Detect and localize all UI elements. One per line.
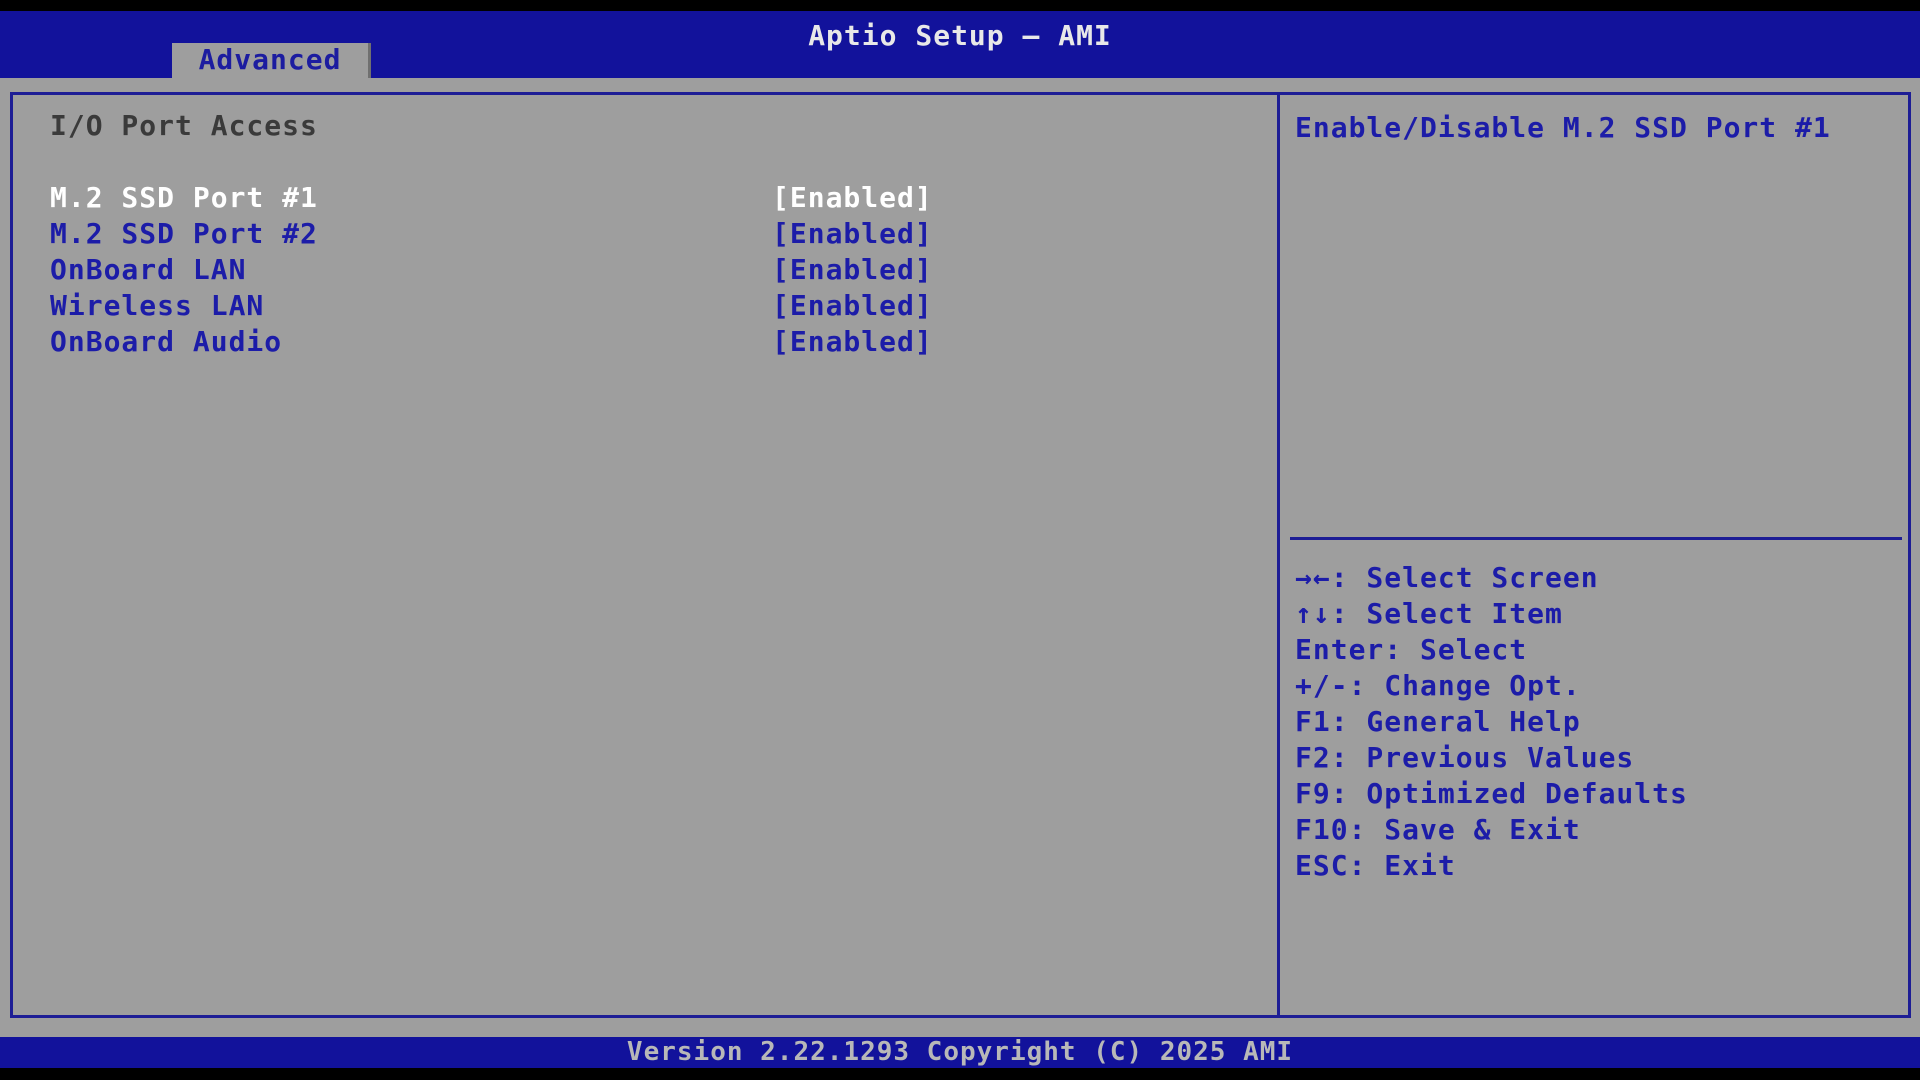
menu-item-onboard-audio[interactable]: OnBoard Audio [Enabled] bbox=[13, 325, 1277, 361]
help-description: Enable/Disable M.2 SSD Port #1 bbox=[1295, 111, 1831, 144]
bottom-black-strip bbox=[0, 1068, 1920, 1080]
hint-esc-exit: ESC: Exit bbox=[1295, 849, 1456, 882]
section-title: I/O Port Access bbox=[50, 109, 318, 142]
menu-item-label: Wireless LAN bbox=[50, 289, 265, 322]
menu-item-label: OnBoard LAN bbox=[50, 253, 247, 286]
menu-item-label: OnBoard Audio bbox=[50, 325, 283, 358]
tab-advanced[interactable]: Advanced bbox=[172, 43, 371, 78]
hint-f10-save-exit: F10: Save & Exit bbox=[1295, 813, 1581, 846]
menu-item-label: M.2 SSD Port #1 bbox=[50, 181, 318, 214]
title-bar: Aptio Setup – AMI Advanced bbox=[0, 11, 1920, 78]
hint-change-option: +/-: Change Opt. bbox=[1295, 669, 1581, 702]
hint-enter-select: Enter: Select bbox=[1295, 633, 1528, 666]
menu-item-wireless-lan[interactable]: Wireless LAN [Enabled] bbox=[13, 289, 1277, 325]
hint-f9-optimized-defaults: F9: Optimized Defaults bbox=[1295, 777, 1688, 810]
top-black-strip bbox=[0, 0, 1920, 11]
menu-item-label: M.2 SSD Port #2 bbox=[50, 217, 318, 250]
status-bar: Version 2.22.1293 Copyright (C) 2025 AMI bbox=[0, 1037, 1920, 1068]
options-list: M.2 SSD Port #1 [Enabled] M.2 SSD Port #… bbox=[13, 181, 1277, 361]
key-hints: →←: Select Screen ↑↓: Select Item Enter:… bbox=[1295, 561, 1902, 885]
menu-item-value: [Enabled] bbox=[772, 217, 933, 250]
menu-item-value: [Enabled] bbox=[772, 325, 933, 358]
menu-item-value: [Enabled] bbox=[772, 289, 933, 322]
hint-select-item: ↑↓: Select Item bbox=[1295, 597, 1563, 630]
options-pane: I/O Port Access M.2 SSD Port #1 [Enabled… bbox=[13, 95, 1277, 1015]
hint-f1-general-help: F1: General Help bbox=[1295, 705, 1581, 738]
help-divider-horizontal bbox=[1290, 537, 1902, 540]
version-text: Version 2.22.1293 Copyright (C) 2025 AMI bbox=[626, 1037, 1294, 1067]
menu-item-value: [Enabled] bbox=[772, 181, 933, 214]
hint-f2-previous-values: F2: Previous Values bbox=[1295, 741, 1635, 774]
menu-item-value: [Enabled] bbox=[772, 253, 933, 286]
menu-item-m2-ssd-port-2[interactable]: M.2 SSD Port #2 [Enabled] bbox=[13, 217, 1277, 253]
main-frame: I/O Port Access M.2 SSD Port #1 [Enabled… bbox=[10, 92, 1911, 1018]
menu-item-m2-ssd-port-1[interactable]: M.2 SSD Port #1 [Enabled] bbox=[13, 181, 1277, 217]
hint-select-screen: →←: Select Screen bbox=[1295, 561, 1599, 594]
help-panel: Enable/Disable M.2 SSD Port #1 →←: Selec… bbox=[1280, 95, 1908, 1015]
bios-setup-screen: Aptio Setup – AMI Advanced I/O Port Acce… bbox=[0, 0, 1920, 1080]
menu-item-onboard-lan[interactable]: OnBoard LAN [Enabled] bbox=[13, 253, 1277, 289]
